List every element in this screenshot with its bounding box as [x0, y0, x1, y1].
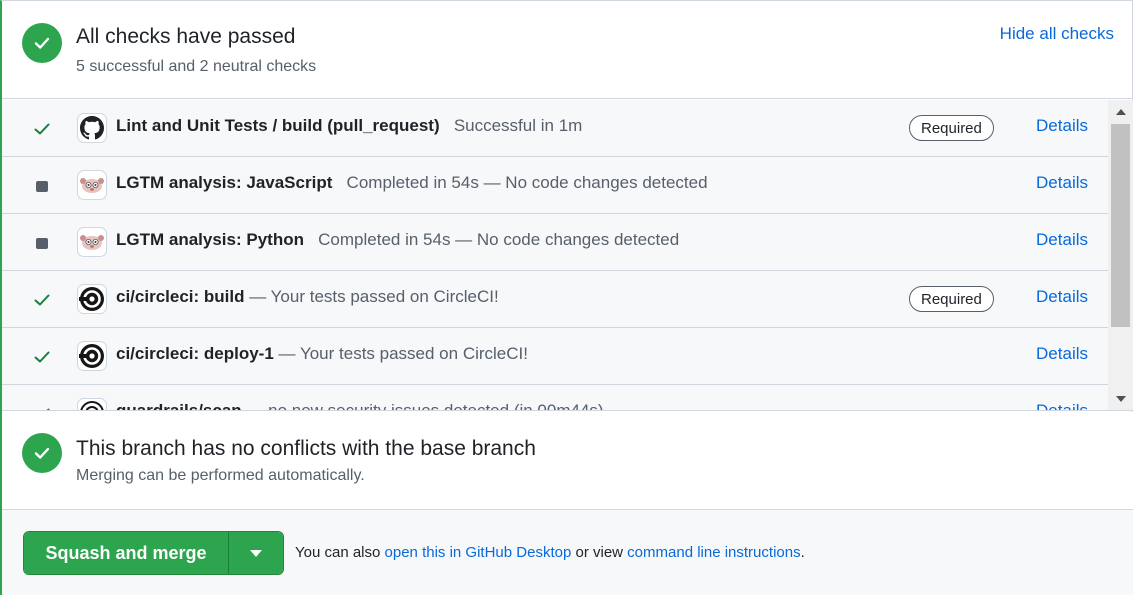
- required-badge: Required: [909, 286, 994, 312]
- check-name: Lint and Unit Tests / build (pull_reques…: [116, 116, 440, 135]
- check-name: LGTM analysis: Python: [116, 230, 304, 249]
- checks-summary-header: All checks have passed 5 successful and …: [2, 1, 1133, 99]
- check-name: guardrails/scan: [116, 401, 242, 411]
- lgtm-icon: [77, 170, 107, 200]
- checks-list: Lint and Unit Tests / build (pull_reques…: [2, 100, 1133, 411]
- check-row-lgtm-python: LGTM analysis: Python Completed in 54s —…: [2, 214, 1108, 271]
- merge-alternatives-text: You can also open this in GitHub Desktop…: [295, 544, 805, 561]
- check-label: LGTM analysis: Python Completed in 54s —…: [116, 230, 679, 250]
- merge-method-dropdown-button[interactable]: [228, 532, 283, 574]
- circleci-icon: [77, 341, 107, 371]
- check-description: Successful in 1m: [453, 116, 583, 135]
- check-label: ci/circleci: deploy-1 — Your tests passe…: [116, 344, 528, 364]
- check-name: LGTM analysis: JavaScript: [116, 173, 333, 192]
- check-row-guardrails-scan: guardrails/scan — no new security issues…: [2, 385, 1108, 411]
- check-description: Completed in 54s — No code changes detec…: [346, 173, 708, 192]
- check-description: — Your tests passed on CircleCI!: [278, 344, 528, 363]
- text-suffix: .: [800, 544, 805, 561]
- squash-and-merge-button[interactable]: Squash and merge: [24, 532, 228, 574]
- check-label: ci/circleci: build — Your tests passed o…: [116, 287, 499, 307]
- success-check-icon: [32, 347, 52, 367]
- text-middle: or view: [575, 544, 623, 561]
- required-badge: Required: [909, 115, 994, 141]
- check-row-circleci-deploy: ci/circleci: deploy-1 — Your tests passe…: [2, 328, 1108, 385]
- merge-status-title: This branch has no conflicts with the ba…: [76, 437, 536, 460]
- check-row-lgtm-javascript: LGTM analysis: JavaScript Completed in 5…: [2, 157, 1108, 214]
- circleci-icon: [77, 284, 107, 314]
- check-description: — no new security issues detected (in 00…: [246, 401, 604, 411]
- check-label: guardrails/scan — no new security issues…: [116, 401, 604, 411]
- check-row-circleci-build: ci/circleci: build — Your tests passed o…: [2, 271, 1108, 328]
- checks-summary-subtitle: 5 successful and 2 neutral checks: [76, 58, 317, 75]
- text-prefix: You can also: [295, 544, 381, 561]
- merge-button-group: Squash and merge: [23, 531, 284, 575]
- success-check-icon: [32, 290, 52, 310]
- details-link[interactable]: Details: [1036, 116, 1088, 136]
- lgtm-icon: [77, 227, 107, 257]
- check-name: ci/circleci: build: [116, 287, 245, 306]
- success-check-icon: [32, 404, 52, 410]
- check-name: ci/circleci: deploy-1: [116, 344, 274, 363]
- caret-down-icon: [250, 549, 262, 557]
- check-row-lint-unit-tests: Lint and Unit Tests / build (pull_reques…: [2, 100, 1108, 157]
- scroll-up-arrow-icon[interactable]: [1108, 103, 1133, 121]
- check-label: Lint and Unit Tests / build (pull_reques…: [116, 116, 582, 136]
- details-link[interactable]: Details: [1036, 230, 1088, 250]
- guardrails-icon: [77, 398, 107, 410]
- check-description: — Your tests passed on CircleCI!: [249, 287, 499, 306]
- checks-summary-title: All checks have passed: [76, 25, 296, 48]
- details-link[interactable]: Details: [1036, 401, 1088, 410]
- scroll-down-arrow-icon[interactable]: [1108, 390, 1133, 408]
- github-icon: [77, 113, 107, 143]
- checks-passed-icon: [22, 23, 62, 63]
- merge-conflict-status: This branch has no conflicts with the ba…: [2, 412, 1133, 510]
- neutral-square-icon: [32, 176, 52, 196]
- check-description: Completed in 54s — No code changes detec…: [318, 230, 680, 249]
- details-link[interactable]: Details: [1036, 344, 1088, 364]
- merge-status-subtitle: Merging can be performed automatically.: [76, 467, 365, 484]
- scrollbar-thumb[interactable]: [1111, 124, 1130, 327]
- checks-scrollbar[interactable]: [1108, 100, 1133, 410]
- details-link[interactable]: Details: [1036, 287, 1088, 307]
- open-in-github-desktop-link[interactable]: open this in GitHub Desktop: [385, 544, 572, 561]
- no-conflicts-icon: [22, 433, 62, 473]
- details-link[interactable]: Details: [1036, 173, 1088, 193]
- success-check-icon: [32, 119, 52, 139]
- command-line-instructions-link[interactable]: command line instructions: [627, 544, 800, 561]
- merge-box: All checks have passed 5 successful and …: [0, 0, 1133, 595]
- merge-actions: Squash and merge You can also open this …: [2, 510, 1133, 595]
- check-label: LGTM analysis: JavaScript Completed in 5…: [116, 173, 708, 193]
- hide-all-checks-link[interactable]: Hide all checks: [1000, 24, 1114, 44]
- neutral-square-icon: [32, 233, 52, 253]
